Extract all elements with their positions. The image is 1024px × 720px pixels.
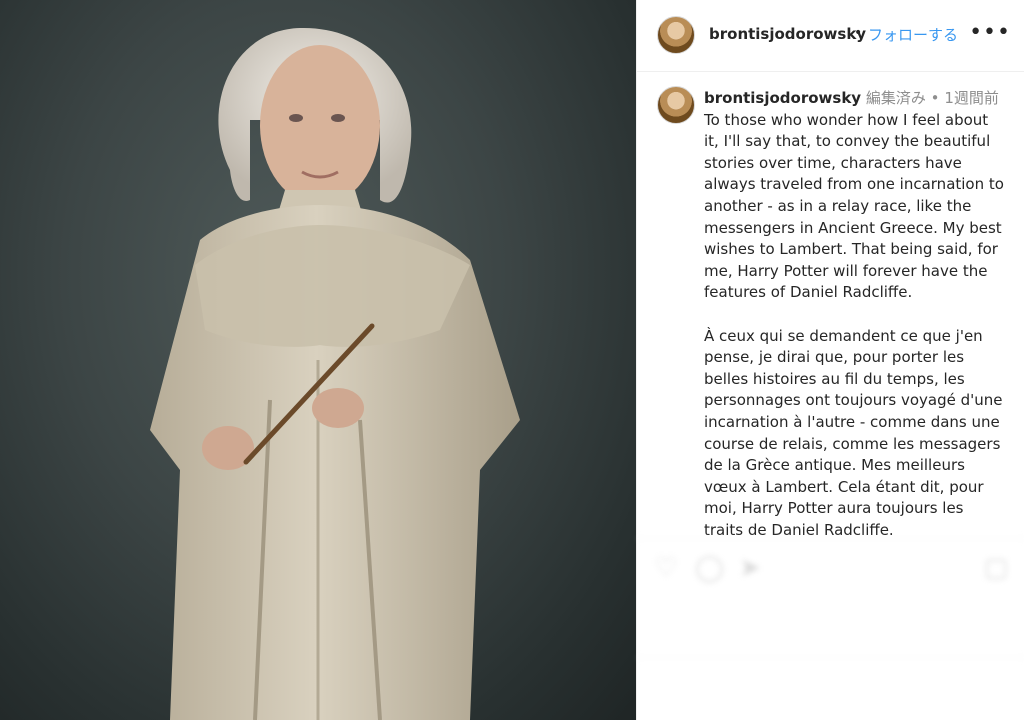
caption-avatar[interactable] xyxy=(657,86,695,124)
more-options-icon[interactable]: ••• xyxy=(969,20,1011,45)
edited-label: 編集済み xyxy=(865,89,926,107)
header-separator: • xyxy=(854,25,863,41)
post-side-panel: brontisjodorowsky • フォローする ••• brontisjo… xyxy=(636,0,1024,720)
bookmark-icon[interactable]: ▢ xyxy=(983,555,1009,581)
author-avatar[interactable] xyxy=(657,16,695,54)
caption-separator: • xyxy=(930,89,940,107)
post-photo[interactable] xyxy=(0,0,636,720)
comment-icon[interactable]: ◯ xyxy=(695,555,724,581)
caption-area: brontisjodorowsky 編集済み • 1週間前 To those w… xyxy=(637,72,1024,538)
photo-illustration xyxy=(150,27,520,720)
follow-button[interactable]: フォローする xyxy=(868,24,958,45)
share-icon[interactable]: ➤ xyxy=(737,555,763,581)
caption-paragraph-french: À ceux qui se demandent ce que j'en pens… xyxy=(704,326,1003,538)
author-username[interactable]: brontisjodorowsky xyxy=(709,25,866,43)
post-header: brontisjodorowsky • フォローする ••• xyxy=(637,0,1024,72)
heart-icon[interactable]: ♡ xyxy=(653,555,679,581)
caption-paragraph-english: To those who wonder how I feel about it,… xyxy=(704,110,1004,302)
post-time[interactable]: 1週間前 xyxy=(944,89,999,107)
caption-text: brontisjodorowsky 編集済み • 1週間前 To those w… xyxy=(704,88,1004,538)
comment-box xyxy=(637,657,1024,720)
caption-username[interactable]: brontisjodorowsky xyxy=(704,89,861,107)
post-actions-area: ♡ ◯ ➤ ▢ xyxy=(637,538,1024,720)
